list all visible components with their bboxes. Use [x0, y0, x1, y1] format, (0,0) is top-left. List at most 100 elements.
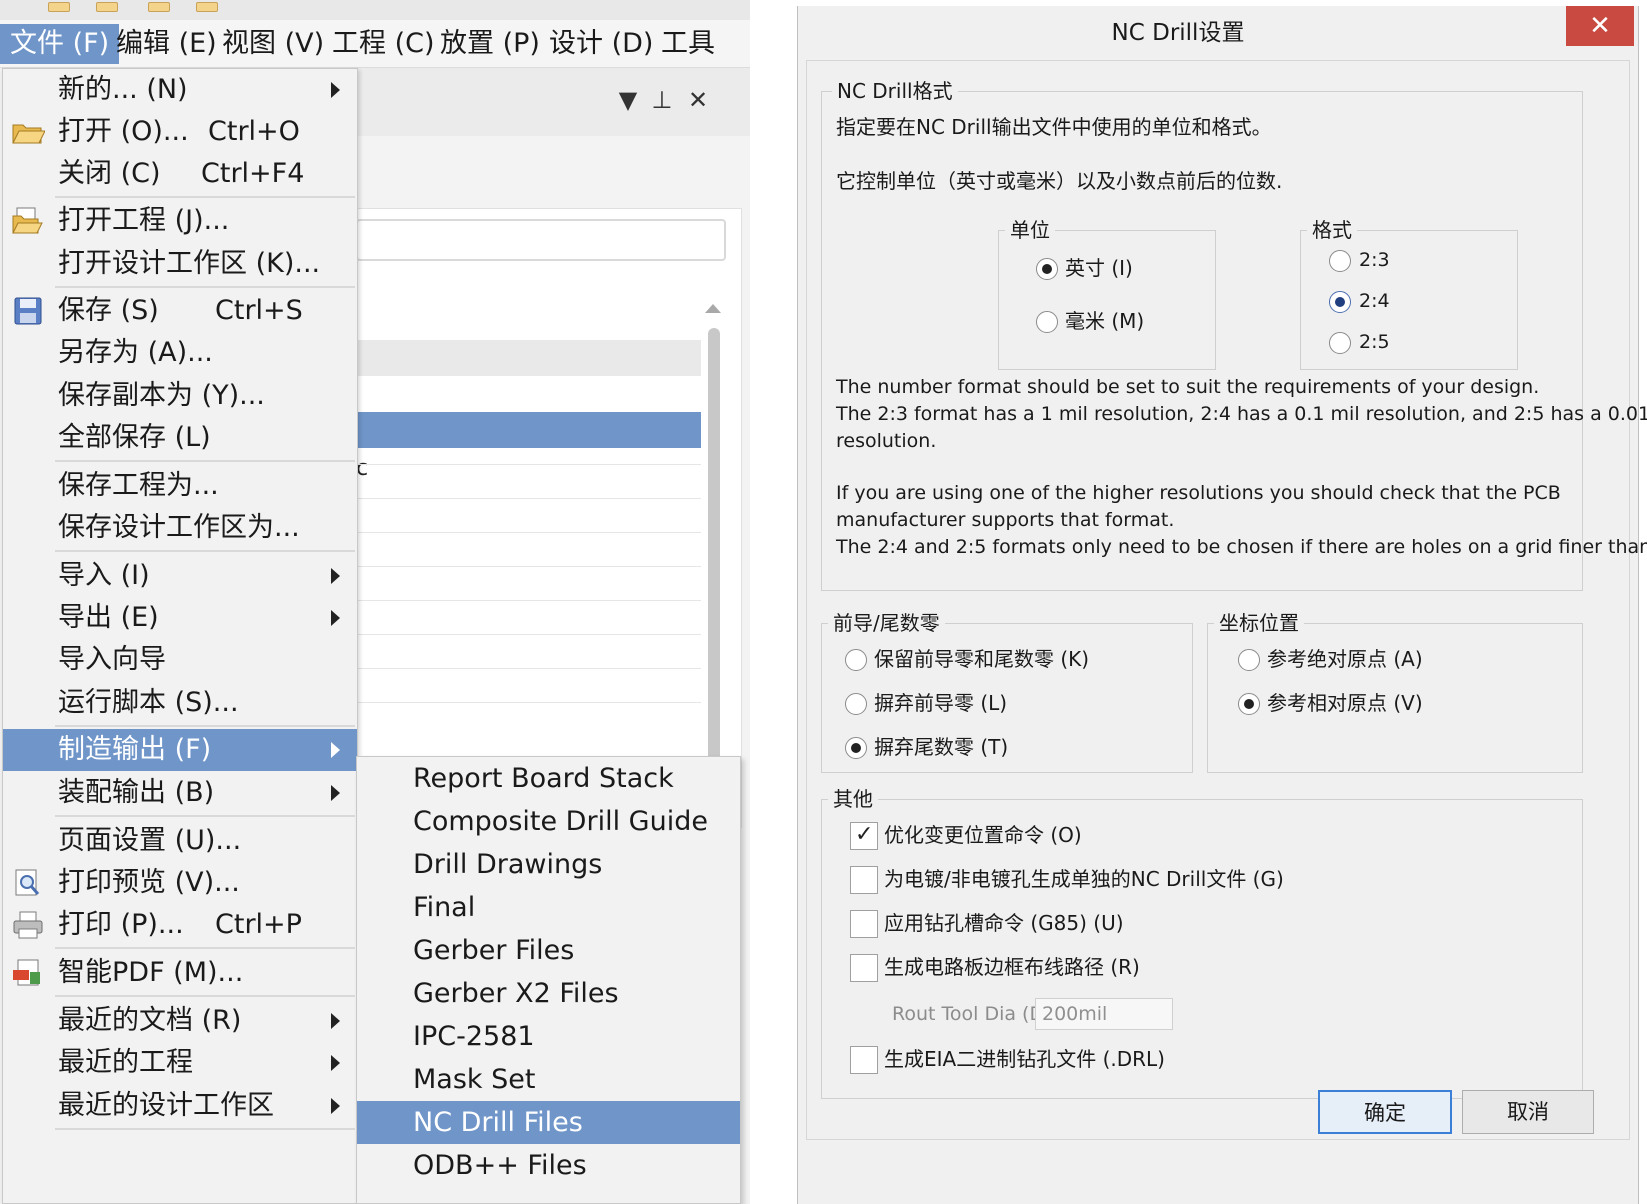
toolbar-icon[interactable]: [96, 2, 118, 12]
menu-item-label: 打开 (O)...: [58, 116, 189, 147]
format-info-line-2: The 2:3 format has a 1 mil resolution, 2…: [836, 403, 1647, 425]
radio-absolute-origin[interactable]: [1238, 649, 1260, 671]
divider: [356, 702, 701, 703]
checkbox-board-edge-rout[interactable]: [850, 954, 878, 982]
submenu-item-final[interactable]: Final: [357, 886, 740, 929]
menu-item-save-as[interactable]: 另存为 (A)...: [3, 332, 357, 374]
format-info-line-6: The 2:4 and 2:5 formats only need to be …: [836, 536, 1647, 558]
menu-item-fabrication-outputs[interactable]: 制造输出 (F): [3, 729, 357, 771]
menu-project[interactable]: 工程 (C): [322, 24, 445, 64]
submenu-item-report-board-stack[interactable]: Report Board Stack: [357, 757, 740, 800]
submenu-item-ipc-2581[interactable]: IPC-2581: [357, 1015, 740, 1058]
list-item[interactable]: [356, 340, 701, 376]
menu-item-save-project-as[interactable]: 保存工程为...: [3, 465, 357, 507]
menu-item-close[interactable]: 关闭 (C) Ctrl+F4: [3, 153, 357, 195]
menu-item-label: 运行脚本 (S)...: [58, 687, 239, 718]
menu-edit[interactable]: 编辑 (E): [106, 24, 227, 64]
menu-item-save-all[interactable]: 全部保存 (L): [3, 417, 357, 459]
scroll-up-arrow[interactable]: [705, 304, 721, 313]
submenu-item-mask-set[interactable]: Mask Set: [357, 1058, 740, 1101]
toolbar-icon[interactable]: [148, 2, 170, 12]
menu-item-run-script[interactable]: 运行脚本 (S)...: [3, 682, 357, 724]
leading-trailing-zeros-group: 前导/尾数零 保留前导零和尾数零 (K) 摒弃前导零 (L) 摒弃尾数零 (T): [821, 610, 1193, 773]
checkbox-eia-binary-drill[interactable]: [850, 1046, 878, 1074]
menu-item-assembly-outputs[interactable]: 装配输出 (B): [3, 772, 357, 814]
menu-item-save-copy-as[interactable]: 保存副本为 (Y)...: [3, 375, 357, 417]
menu-item-save[interactable]: 保存 (S) Ctrl+S: [3, 290, 357, 332]
radio-absolute-origin-label: 参考绝对原点 (A): [1267, 647, 1423, 671]
close-icon[interactable]: ✕: [1566, 6, 1634, 46]
menu-item-smart-pdf[interactable]: 智能PDF (M)...: [3, 952, 357, 994]
menu-item-label: 打开设计工作区 (K)...: [58, 248, 321, 279]
radio-inches[interactable]: [1036, 258, 1058, 280]
menu-item-shortcut: Ctrl+O: [208, 116, 300, 147]
scrollbar[interactable]: [708, 328, 720, 828]
divider: [356, 532, 701, 533]
dropdown-icon[interactable]: ▼: [614, 86, 642, 114]
radio-keep-zeros[interactable]: [845, 649, 867, 671]
radio-format-2-3[interactable]: [1329, 250, 1351, 272]
radio-format-2-5[interactable]: [1329, 332, 1351, 354]
toolbar-icon[interactable]: [196, 2, 218, 12]
menu-item-import[interactable]: 导入 (I): [3, 555, 357, 597]
submenu-item-composite-drill-guide[interactable]: Composite Drill Guide: [357, 800, 740, 843]
ok-button[interactable]: 确定: [1318, 1090, 1452, 1134]
menu-item-label: 另存为 (A)...: [58, 337, 213, 368]
open-project-icon: [12, 207, 43, 234]
menu-item-recent-documents[interactable]: 最近的文档 (R): [3, 1000, 357, 1042]
radio-suppress-leading[interactable]: [845, 693, 867, 715]
menu-item-recent-workspaces[interactable]: 最近的设计工作区: [3, 1085, 357, 1127]
cancel-button[interactable]: 取消: [1462, 1090, 1594, 1134]
radio-format-2-4[interactable]: [1329, 291, 1351, 313]
close-icon[interactable]: ✕: [684, 86, 712, 114]
menu-item-save-workspace-as[interactable]: 保存设计工作区为...: [3, 507, 357, 549]
menu-item-label: 最近的设计工作区: [58, 1090, 274, 1121]
menu-separator: [55, 995, 355, 997]
menu-item-open[interactable]: 打开 (O)... Ctrl+O: [3, 111, 357, 153]
dialog-body: NC Drill格式 指定要在NC Drill输出文件中使用的单位和格式。 它控…: [806, 60, 1647, 1140]
radio-format-2-4-label: 2:4: [1359, 290, 1390, 312]
submenu-arrow-icon: [331, 82, 340, 98]
divider: [356, 668, 701, 669]
menu-file[interactable]: 文件 (F): [0, 24, 120, 64]
menu-place[interactable]: 放置 (P): [430, 24, 550, 64]
menu-item-page-setup[interactable]: 页面设置 (U)...: [3, 820, 357, 862]
toolbar-strip: [0, 0, 750, 20]
menu-item-open-project[interactable]: 打开工程 (J)...: [3, 200, 357, 242]
checkbox-slot-command-g85[interactable]: [850, 910, 878, 938]
menu-design[interactable]: 设计 (D): [539, 24, 663, 64]
menu-item-print[interactable]: 打印 (P)... Ctrl+P: [3, 904, 357, 946]
menu-tools[interactable]: 工具: [651, 24, 725, 64]
menu-item-open-workspace[interactable]: 打开设计工作区 (K)...: [3, 243, 357, 285]
menu-view[interactable]: 视图 (V): [212, 24, 334, 64]
menu-item-export[interactable]: 导出 (E): [3, 597, 357, 639]
toolbar-icon[interactable]: [48, 2, 70, 12]
menu-item-print-preview[interactable]: 打印预览 (V)...: [3, 862, 357, 904]
panel-search-input[interactable]: [356, 219, 726, 261]
menu-item-recent-projects[interactable]: 最近的工程: [3, 1042, 357, 1084]
list-item-selected[interactable]: [356, 412, 701, 448]
checkbox-optimize-change-location[interactable]: [850, 822, 878, 850]
rout-tool-dia-input[interactable]: 200mil: [1035, 998, 1173, 1030]
checkbox-separate-plated-files[interactable]: [850, 866, 878, 894]
rout-tool-dia-label: Rout Tool Dia (D: [892, 1003, 1045, 1025]
radio-millimeters[interactable]: [1036, 311, 1058, 333]
radio-relative-origin-label: 参考相对原点 (V): [1267, 691, 1423, 715]
submenu-item-gerber-files[interactable]: Gerber Files: [357, 929, 740, 972]
radio-suppress-trailing[interactable]: [845, 737, 867, 759]
radio-relative-origin[interactable]: [1238, 693, 1260, 715]
menu-item-label: 关闭 (C): [58, 158, 161, 189]
menu-item-import-wizard[interactable]: 导入向导: [3, 639, 357, 681]
menu-item-label: 智能PDF (M)...: [58, 957, 244, 988]
format-description-1: 指定要在NC Drill输出文件中使用的单位和格式。: [836, 115, 1272, 139]
menu-item-label: 新的... (N): [58, 74, 188, 105]
submenu-item-nc-drill-files[interactable]: NC Drill Files: [357, 1101, 740, 1144]
submenu-item-gerber-x2-files[interactable]: Gerber X2 Files: [357, 972, 740, 1015]
group-title: 坐标位置: [1214, 610, 1304, 636]
pin-icon[interactable]: ⊥: [648, 86, 676, 114]
submenu-item-odb-files[interactable]: ODB++ Files: [357, 1144, 740, 1187]
menu-item-label: 全部保存 (L): [58, 422, 211, 453]
menu-separator: [55, 725, 355, 727]
submenu-item-drill-drawings[interactable]: Drill Drawings: [357, 843, 740, 886]
menu-item-new[interactable]: 新的... (N): [3, 69, 357, 111]
